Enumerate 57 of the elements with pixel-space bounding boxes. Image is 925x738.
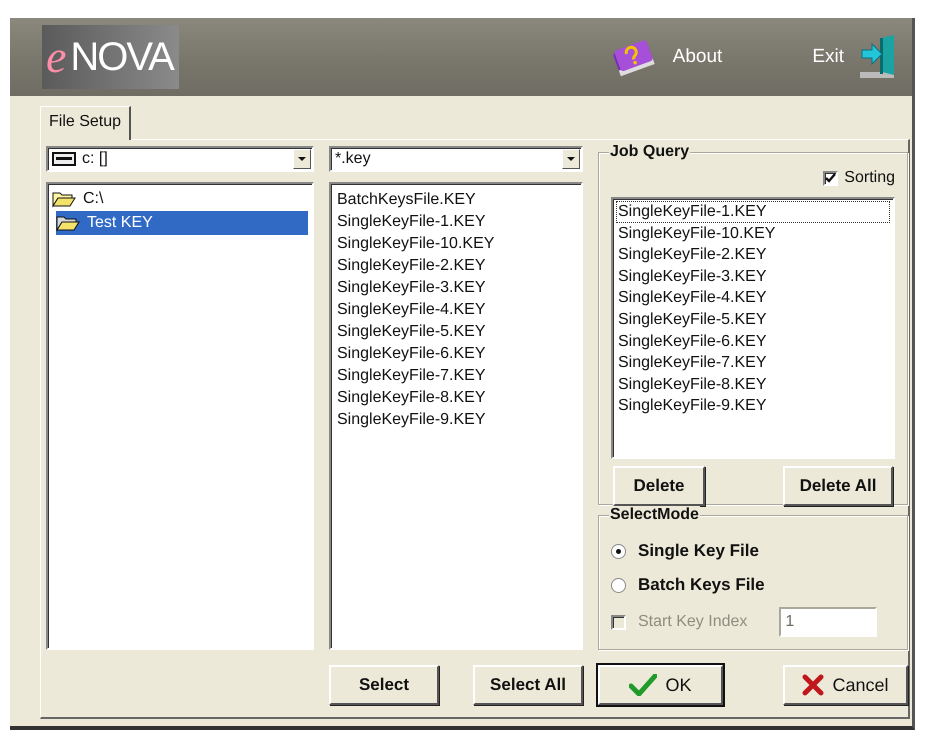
file-item[interactable]: SingleKeyFile-5.KEY xyxy=(335,321,488,343)
ok-button[interactable]: OK xyxy=(598,665,723,705)
file-list[interactable] xyxy=(329,182,583,650)
job-list[interactable]: SingleKeyFile-1.KEY SingleKeyFile-10.KEY SingleKeyFile-2.KEY SingleKeyFile-3.KEY SingleKeyFile-4.KEY SingleKeyFile-5.KEY SingleKeyFile-6.KEY SingleKeyFile-7.KEY SingleKeyFile-8.KEY SingleKeyFile-9.KEY xyxy=(611,197,895,459)
folder-tree[interactable]: C:\ Test KEY xyxy=(46,182,314,650)
job-item[interactable]: SingleKeyFile-7.KEY xyxy=(616,352,890,374)
tab[interactable]: File Setup xyxy=(40,106,132,140)
radio-button[interactable] xyxy=(611,544,626,558)
delete-button[interactable]: Delete xyxy=(613,466,705,506)
cancel-x-icon xyxy=(802,674,824,696)
select-button[interactable]: Select xyxy=(329,665,439,705)
job-item[interactable]: SingleKeyFile-3.KEY xyxy=(616,266,890,288)
tree-item-label[interactable]: Test KEY xyxy=(84,212,156,234)
job-item[interactable]: SingleKeyFile-9.KEY xyxy=(616,395,890,417)
sorting-label: Sorting xyxy=(844,169,895,187)
start-key-index-label: Start Key Index xyxy=(638,613,748,631)
job-item[interactable]: SingleKeyFile-2.KEY xyxy=(616,244,890,266)
exit-link[interactable]: Exit xyxy=(812,46,844,68)
checkmark-icon xyxy=(629,674,658,696)
sorting-checkbox[interactable] xyxy=(823,170,838,186)
cancel-button[interactable]: Cancel xyxy=(783,665,908,705)
file-item[interactable]: SingleKeyFile-8.KEY xyxy=(335,387,488,409)
open-folder-icon xyxy=(56,214,80,232)
group-title: Job Query xyxy=(609,143,690,161)
file-item[interactable]: SingleKeyFile-4.KEY xyxy=(335,299,488,321)
job-item[interactable]: SingleKeyFile-5.KEY xyxy=(616,308,890,331)
file-item[interactable]: SingleKeyFile-9.KEY xyxy=(335,409,488,431)
caret-icon xyxy=(298,157,306,161)
tree-row[interactable]: C:\ xyxy=(52,187,308,211)
logo: eNOVA xyxy=(42,25,179,89)
filter-value: *.key xyxy=(335,150,372,168)
about-link[interactable]: About xyxy=(672,46,722,68)
job-item[interactable]: SingleKeyFile-10.KEY xyxy=(616,222,890,244)
file-item[interactable]: SingleKeyFile-2.KEY xyxy=(335,255,488,277)
file-item[interactable]: SingleKeyFile-3.KEY xyxy=(335,277,488,299)
job-item[interactable]: SingleKeyFile-6.KEY xyxy=(616,330,890,352)
file-item[interactable]: SingleKeyFile-10.KEY xyxy=(335,233,496,255)
drive-icon xyxy=(52,152,76,166)
caret-icon xyxy=(567,157,575,161)
open-folder-icon xyxy=(52,190,76,208)
job-item[interactable]: SingleKeyFile-8.KEY xyxy=(616,374,890,396)
drive-dropdown[interactable]: c: [] xyxy=(46,146,314,172)
select-all-button[interactable]: Select All xyxy=(473,665,583,705)
radio-label[interactable]: Single Key File xyxy=(638,541,759,561)
tree-row[interactable]: Test KEY xyxy=(56,211,308,235)
drive-value: c: [] xyxy=(82,150,109,168)
file-item[interactable]: SingleKeyFile-6.KEY xyxy=(335,343,488,365)
job-item[interactable]: SingleKeyFile-1.KEY xyxy=(616,201,890,223)
file-item[interactable]: SingleKeyFile-7.KEY xyxy=(335,365,488,387)
filter-dropdown[interactable]: *.key xyxy=(329,146,583,172)
radio-button[interactable] xyxy=(611,578,626,592)
job-item[interactable]: SingleKeyFile-4.KEY xyxy=(616,287,890,309)
tree-item-label[interactable]: C:\ xyxy=(80,188,106,210)
delete-all-button[interactable]: Delete All xyxy=(783,466,893,506)
radio-label[interactable]: Batch Keys File xyxy=(638,575,765,595)
file-item[interactable]: BatchKeysFile.KEY xyxy=(335,189,478,211)
file-item[interactable]: SingleKeyFile-1.KEY xyxy=(335,211,488,233)
